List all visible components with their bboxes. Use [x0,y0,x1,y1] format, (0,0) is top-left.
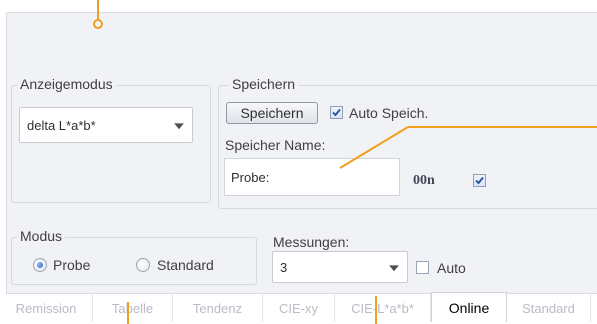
measurements-auto-label: Auto [437,260,466,276]
tab-tendenz[interactable]: Tendenz [173,294,263,322]
display-mode-dropdown[interactable]: delta L*a*b* [19,107,193,143]
save-name-value: Probe: [231,169,270,185]
counter-label: 00n [413,173,435,188]
mode-legend: Modus [17,228,66,244]
mode-label-probe: Probe [53,257,91,273]
mode-group [11,237,257,285]
measurements-label: Messungen: [273,234,350,250]
tab-remission[interactable]: Remission [0,294,93,322]
measurements-dropdown[interactable]: 3 [272,251,408,283]
mode-radio-standard[interactable] [136,258,150,272]
save-legend: Speichern [229,76,299,92]
mode-radio-probe[interactable] [33,258,47,272]
tab-cie-xy[interactable]: CIE-xy [263,294,335,322]
save-name-label: Speicher Name: [225,137,326,153]
measurements-value: 3 [280,259,288,275]
tab-tabelle[interactable]: Tabelle [93,294,173,322]
display-mode-group [11,85,211,203]
display-mode-value: delta L*a*b* [27,117,96,133]
auto-save-label: Auto Speich. [349,105,429,121]
counter-checkbox[interactable] [473,174,486,187]
chevron-down-icon [389,265,399,272]
online-settings-panel: Anzeigemodus delta L*a*b* Speichern Spei… [6,12,597,294]
tab-standard[interactable]: Standard [507,294,591,322]
save-name-input[interactable]: Probe: [224,158,400,196]
chevron-down-icon [174,123,184,130]
tab-bar: Remission Tabelle Tendenz CIE-xy CIE-L*a… [0,292,597,324]
auto-save-checkbox[interactable] [330,106,343,119]
save-button[interactable]: Speichern [226,102,318,124]
tab-online[interactable]: Online [431,292,507,322]
display-mode-legend: Anzeigemodus [17,76,116,92]
mode-label-standard: Standard [157,257,214,273]
tab-cie-lab[interactable]: CIE-L*a*b* [335,294,431,322]
measurements-auto-checkbox[interactable] [416,261,429,274]
